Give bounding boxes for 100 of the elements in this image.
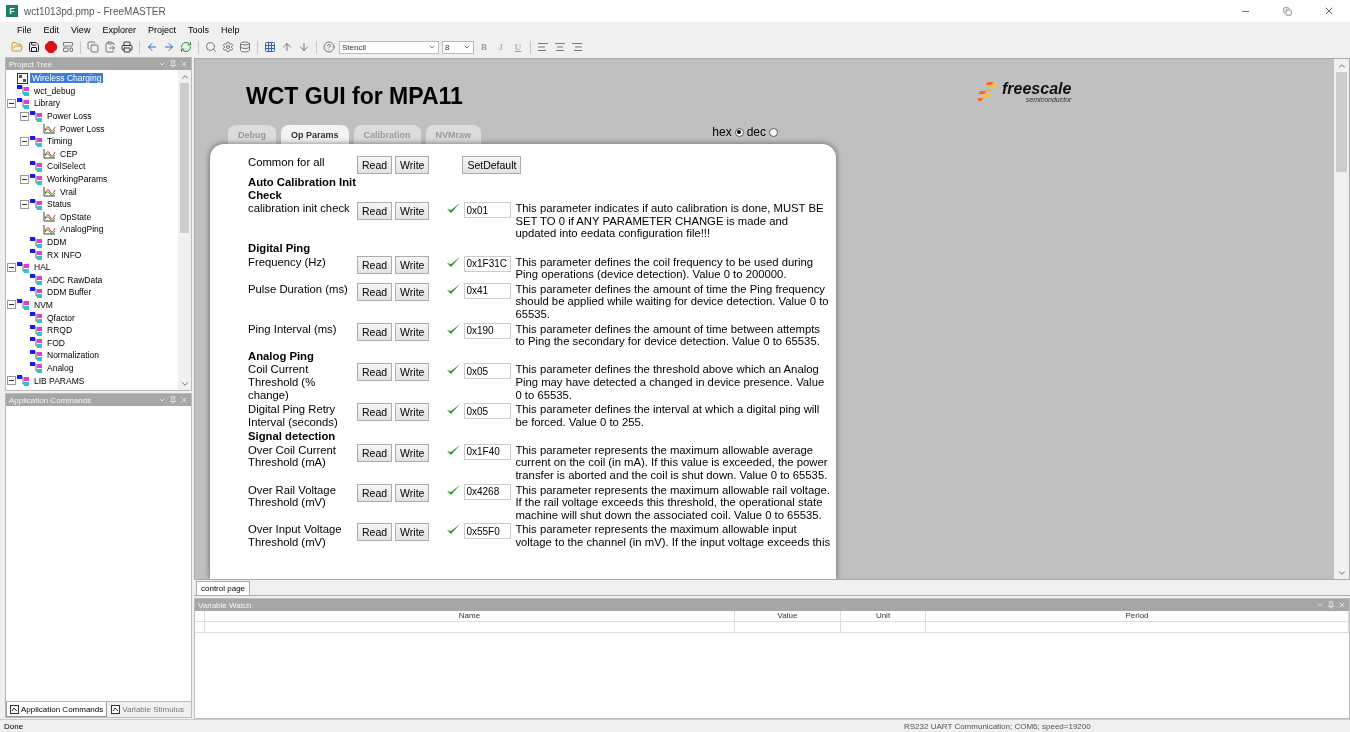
settings-icon[interactable] [221, 40, 235, 54]
value-field[interactable]: 0x1F31C [464, 255, 512, 272]
expand-toggle[interactable] [7, 376, 16, 386]
menu-item[interactable]: File [12, 25, 37, 35]
menu-item[interactable]: Edit [38, 25, 65, 35]
tree-item[interactable]: Power Loss [58, 123, 107, 134]
tree-item[interactable]: RX INFO [45, 249, 84, 260]
set-default-button[interactable]: SetDefault [462, 156, 522, 174]
expand-toggle[interactable] [7, 262, 16, 272]
value-field[interactable]: 0x4268 [464, 483, 512, 500]
close-icon[interactable] [180, 396, 188, 404]
expand-toggle[interactable] [7, 99, 16, 108]
tree-item[interactable]: RRQD [45, 325, 75, 336]
print-icon[interactable] [120, 40, 134, 54]
dropdown-icon[interactable] [1316, 601, 1324, 609]
value-field[interactable]: 0x05 [464, 403, 512, 420]
tree-item[interactable]: ADC RawData [45, 274, 105, 285]
tree-item[interactable]: NVM [32, 300, 55, 310]
menu-item[interactable]: Help [215, 25, 245, 35]
database-icon[interactable] [238, 40, 252, 54]
tree-item[interactable]: LIB PARAMS [32, 375, 87, 386]
close-icon[interactable] [180, 60, 188, 68]
write-button[interactable]: Write [395, 322, 430, 341]
pin-icon[interactable] [169, 396, 177, 404]
tree-item[interactable]: DDM Buffer [45, 287, 94, 298]
menu-item[interactable]: Project [142, 25, 181, 35]
write-button[interactable]: Write [395, 202, 430, 221]
radio-button[interactable] [769, 127, 778, 137]
panel-tab[interactable]: Variable Stimulus [107, 702, 188, 717]
value-field[interactable]: 0x190 [464, 322, 512, 339]
menu-item[interactable]: View [66, 25, 96, 35]
font-select[interactable]: Stencil [339, 40, 439, 54]
value-field[interactable]: 0x1F40 [464, 443, 512, 460]
scroll-thumb[interactable] [1336, 72, 1347, 172]
write-button[interactable]: Write [395, 156, 430, 174]
pin-icon[interactable] [1327, 601, 1335, 609]
dropdown-icon[interactable] [158, 396, 166, 404]
dropdown-icon[interactable] [158, 60, 166, 68]
read-button[interactable]: Read [357, 363, 393, 382]
read-button[interactable]: Read [357, 255, 393, 274]
tree-item[interactable]: OpState [58, 211, 94, 222]
write-button[interactable]: Write [395, 443, 430, 462]
tree-item[interactable]: Power Loss [45, 111, 94, 122]
write-button[interactable]: Write [395, 282, 430, 301]
copy-icon[interactable] [86, 40, 100, 54]
panel-tab[interactable]: Application Commands [6, 702, 108, 717]
value-field[interactable]: 0x55F0 [464, 523, 512, 540]
scroll-thumb[interactable] [179, 83, 190, 233]
write-button[interactable]: Write [395, 483, 430, 502]
save-icon[interactable] [27, 40, 41, 54]
tree-item[interactable]: AnalogPing [58, 224, 106, 235]
value-field[interactable]: 0x01 [464, 202, 512, 219]
tree-item[interactable]: Timing [45, 136, 75, 147]
align-center-icon[interactable] [553, 40, 567, 54]
forward-icon[interactable] [162, 40, 176, 54]
menu-item[interactable]: Explorer [97, 25, 141, 35]
tree-item[interactable]: CoilSelect [45, 161, 88, 172]
read-button[interactable]: Read [357, 483, 393, 502]
tree-item[interactable]: Normalization [45, 350, 101, 361]
read-button[interactable]: Read [357, 202, 393, 221]
expand-toggle[interactable] [20, 199, 29, 209]
grid-icon[interactable] [263, 40, 277, 54]
value-field[interactable]: 0x05 [464, 363, 512, 380]
read-button[interactable]: Read [357, 523, 393, 542]
align-right-icon[interactable] [570, 40, 584, 54]
close-icon[interactable] [1338, 601, 1346, 609]
radio-button[interactable] [734, 127, 744, 137]
tree-item[interactable]: Qfactor [45, 312, 77, 323]
tree-item[interactable]: CEP [58, 148, 80, 159]
help-icon[interactable] [322, 40, 336, 54]
pin-icon[interactable] [169, 60, 177, 68]
stop-icon[interactable] [44, 40, 58, 54]
tree-item[interactable]: Library [32, 98, 62, 109]
value-field[interactable]: 0x41 [464, 282, 512, 299]
tree-item[interactable]: WorkingParams [45, 174, 110, 185]
search-icon[interactable] [204, 40, 218, 54]
back-icon[interactable] [145, 40, 159, 54]
read-button[interactable]: Read [357, 443, 393, 462]
expand-toggle[interactable] [20, 174, 29, 184]
window-icon[interactable] [61, 40, 75, 54]
read-button[interactable]: Read [357, 322, 393, 341]
tree-item[interactable]: Status [45, 199, 74, 210]
expand-toggle[interactable] [7, 300, 16, 310]
refresh-icon[interactable] [179, 40, 193, 54]
read-button[interactable]: Read [357, 403, 393, 422]
write-button[interactable]: Write [395, 363, 430, 382]
document-tab[interactable]: control page [196, 581, 251, 595]
tree-item[interactable]: Analog [45, 362, 76, 373]
tree-item[interactable]: HAL [32, 262, 53, 273]
write-button[interactable]: Write [395, 403, 430, 422]
down-arrow-icon[interactable] [297, 40, 311, 54]
read-button[interactable]: Read [357, 156, 393, 174]
page-tab[interactable]: Op Params [281, 125, 349, 144]
align-left-icon[interactable] [536, 40, 550, 54]
tree-item[interactable]: FOD [45, 337, 67, 348]
write-button[interactable]: Write [395, 523, 430, 542]
tree-item[interactable]: Wireless Charging [30, 73, 104, 84]
expand-toggle[interactable] [20, 136, 29, 146]
tree-item[interactable]: Vrail [58, 186, 79, 197]
size-select[interactable]: 8 [442, 40, 474, 54]
